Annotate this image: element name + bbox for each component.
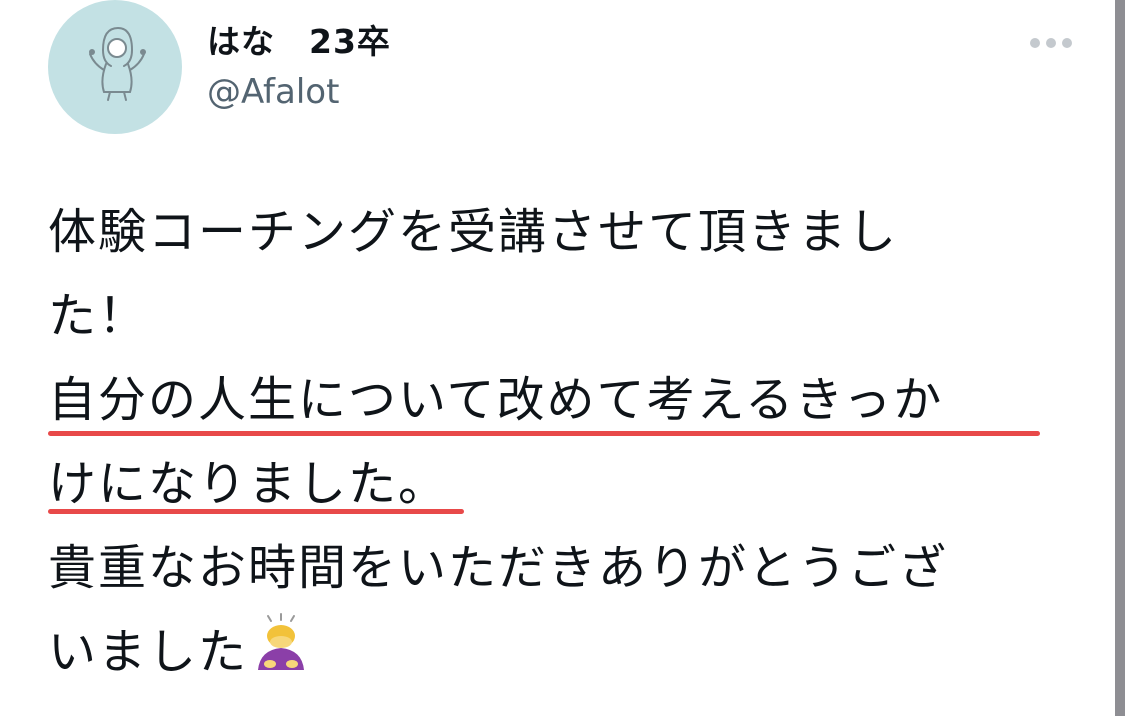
highlight-underline <box>48 509 464 514</box>
display-name[interactable]: はな 23卒 <box>207 22 391 62</box>
user-handle[interactable]: @Afalot <box>207 72 339 112</box>
more-options-button[interactable] <box>1028 34 1074 52</box>
scrollbar-edge <box>1115 0 1125 716</box>
person-bowing-emoji <box>250 612 312 674</box>
tweet-line: 体験コーチングを受講させて頂きまし <box>48 204 899 260</box>
more-options-icon <box>1030 38 1040 48</box>
more-options-dot <box>1046 38 1056 48</box>
highlight-underline <box>48 431 1040 436</box>
tweet-line-highlighted: 自分の人生について改めて考えるきっか <box>48 372 944 428</box>
avatar[interactable] <box>48 0 182 134</box>
tweet-line: 貴重なお時間をいただきありがとうござ <box>48 540 949 596</box>
tweet-text: 体験コーチングを受講させて頂きまし た！ 自分の人生について改めて考えるきっか … <box>48 190 1058 694</box>
more-options-dot <box>1062 38 1072 48</box>
tweet-line-text: いました <box>48 624 249 680</box>
tweet-line: た！ <box>48 288 149 344</box>
tweet-line-last: いました <box>48 610 1058 694</box>
avatar-illustration-icon <box>89 26 146 101</box>
